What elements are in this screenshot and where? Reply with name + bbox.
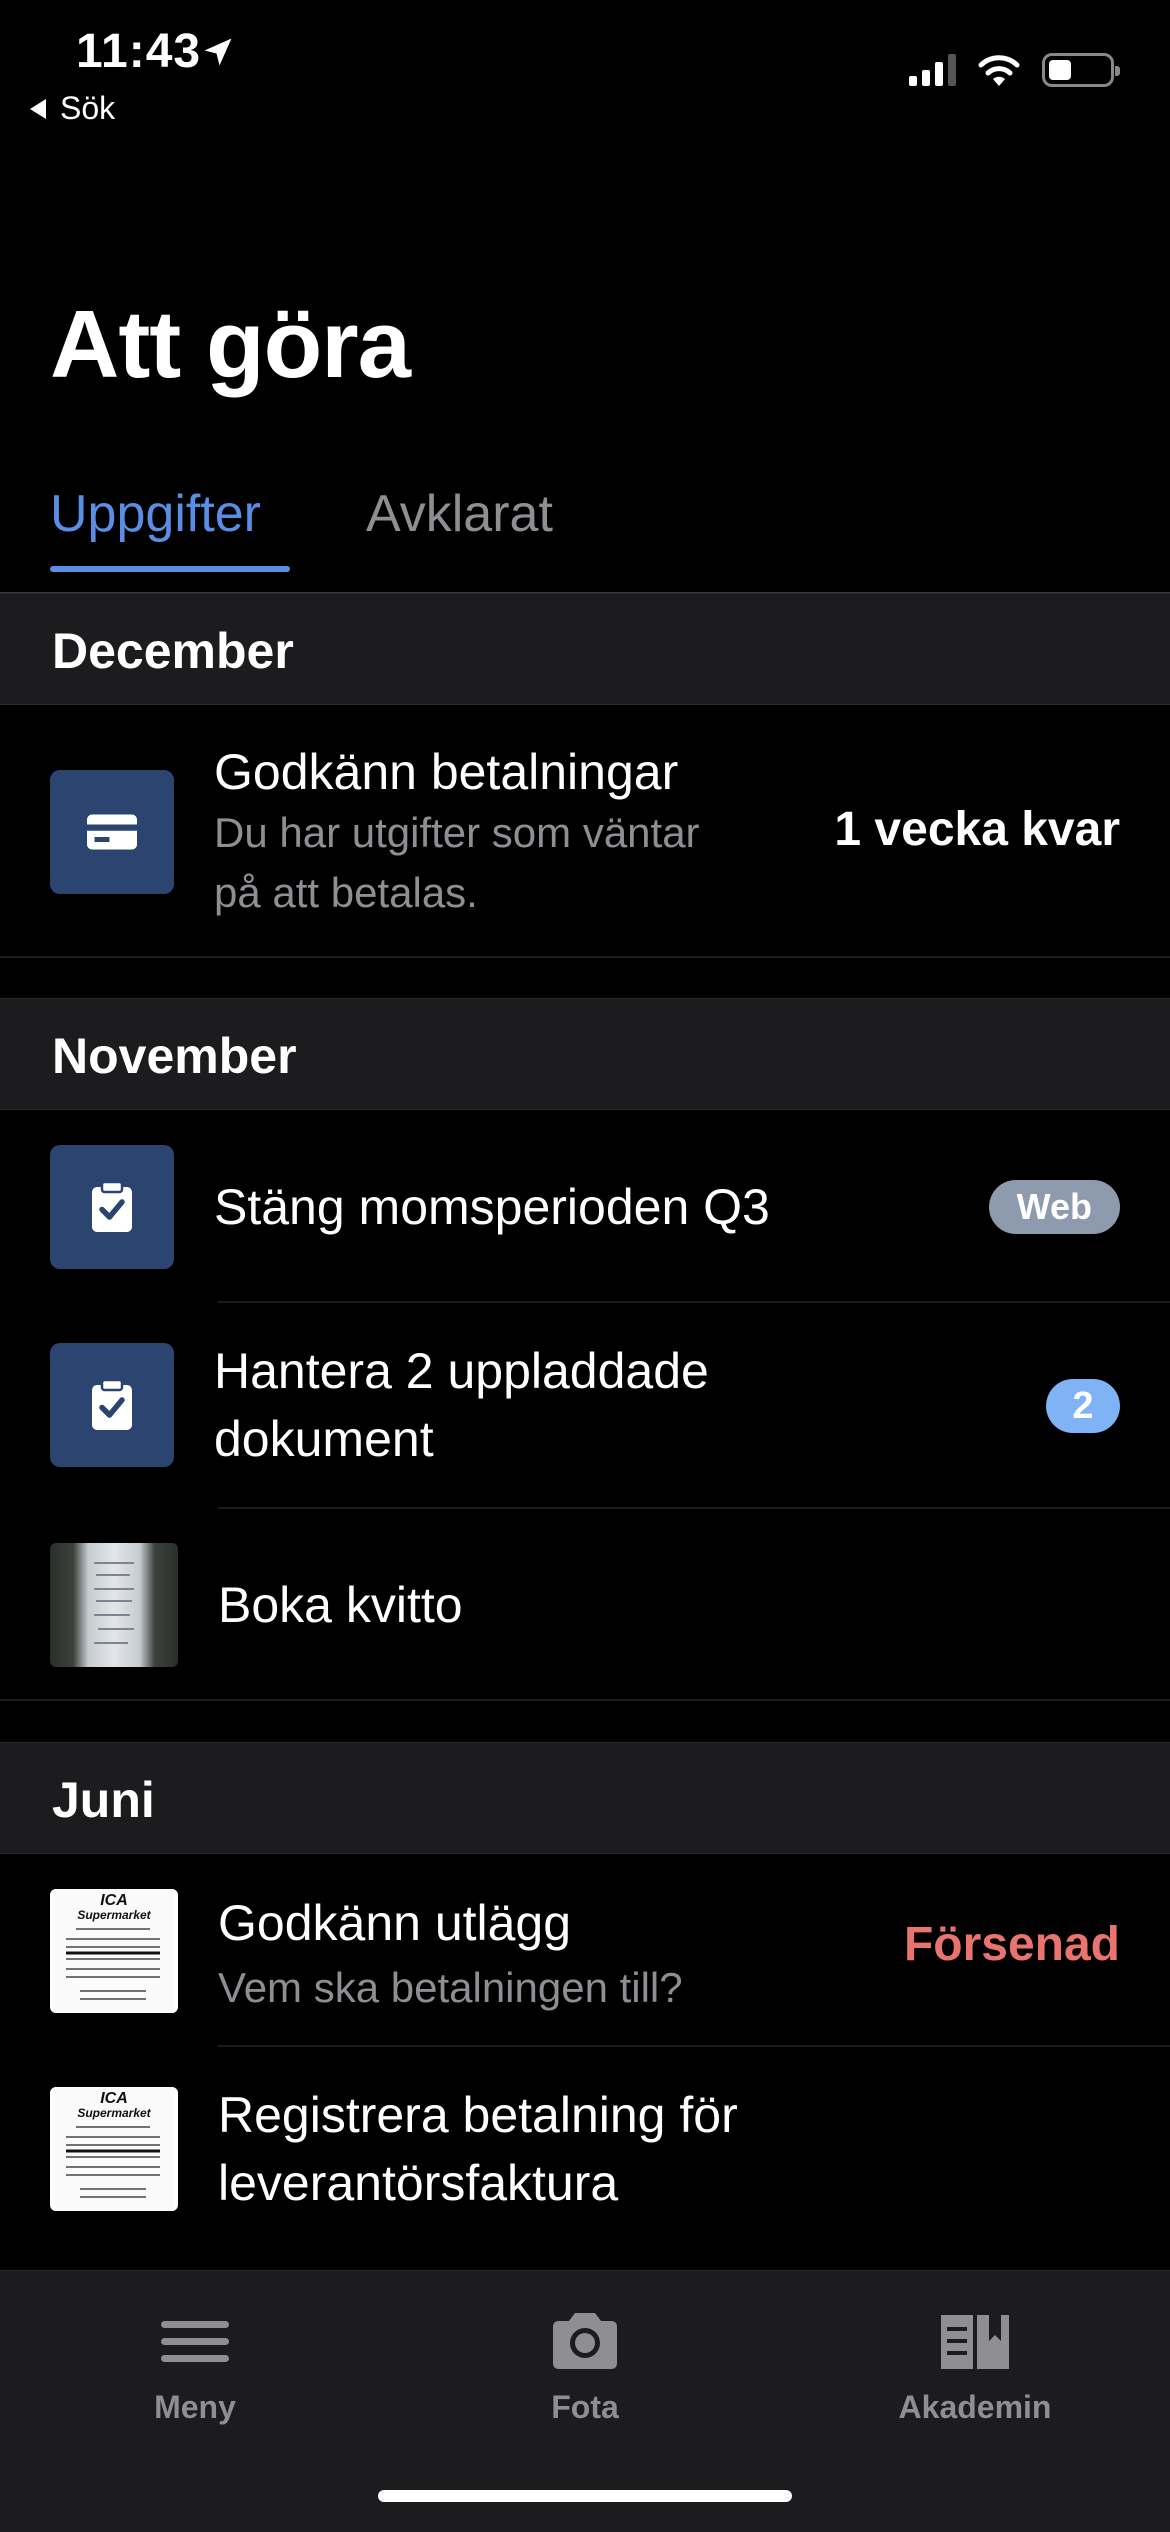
section-header-juni: Juni <box>0 1742 1170 1854</box>
task-title: Stäng momsperioden Q3 <box>214 1179 770 1235</box>
task-subtitle: Vem ska betalningen till? <box>218 1964 683 2011</box>
book-icon <box>941 2315 1009 2369</box>
svg-text:Supermarket: Supermarket <box>77 2106 151 2120</box>
tabbar-label: Akademin <box>898 2389 1052 2425</box>
task-icon <box>50 1145 174 1269</box>
tabbar-label: Meny <box>154 2389 236 2425</box>
task-subtitle-line1: Du har utgifter som väntar <box>214 809 700 856</box>
ica-receipt-icon: ICA Supermarket <box>54 1889 174 2013</box>
svg-text:Supermarket: Supermarket <box>77 1908 151 1922</box>
overdue-label: Försenad <box>903 1918 1120 1971</box>
count-badge: 2 <box>1046 1379 1120 1433</box>
task-row-book-receipt[interactable]: Boka kvitto <box>0 1509 1170 1701</box>
battery-icon <box>1042 53 1120 87</box>
section-header-december: December <box>0 593 1170 705</box>
task-row-handle-documents[interactable]: Hantera 2 uppladdade dokument 2 <box>0 1303 1170 1509</box>
task-icon <box>50 770 174 894</box>
task-icon <box>50 1343 174 1467</box>
location-arrow-icon <box>204 38 232 66</box>
task-row-approve-payments[interactable]: Godkänn betalningar Du har utgifter som … <box>0 706 1170 958</box>
section-header-november: November <box>0 998 1170 1110</box>
status-indicators <box>909 52 1120 88</box>
task-row-close-vat-period[interactable]: Stäng momsperioden Q3 Web <box>0 1111 1170 1303</box>
cellular-signal-icon <box>909 54 956 86</box>
receipt-photo-icon <box>94 1562 134 1644</box>
tab-avklarat[interactable]: Avklarat <box>366 484 553 544</box>
task-title-line1: Registrera betalning för <box>218 2087 738 2143</box>
ica-receipt-icon: ICA Supermarket <box>54 2087 174 2211</box>
tab-uppgifter[interactable]: Uppgifter <box>50 484 261 544</box>
task-subtitle-line2: på att betalas. <box>214 869 478 916</box>
page-title: Att göra <box>50 291 411 398</box>
task-title-line2: dokument <box>214 1411 434 1467</box>
task-row-register-payment[interactable]: ICA Supermarket Registrera betalning för… <box>0 2047 1170 2253</box>
wifi-icon <box>978 55 1020 86</box>
task-title-line1: Hantera 2 uppladdade <box>214 1343 709 1399</box>
clipboard-check-icon <box>92 1378 132 1430</box>
svg-text:ICA: ICA <box>100 1892 128 1909</box>
section-title: December <box>52 623 294 679</box>
web-badge: Web <box>988 1180 1120 1234</box>
svg-text:ICA: ICA <box>100 2090 128 2107</box>
back-label: Sök <box>60 90 116 126</box>
tabbar-label: Fota <box>551 2389 619 2425</box>
task-title-line2: leverantörsfaktura <box>218 2155 619 2211</box>
segment-tabs: Uppgifter Avklarat <box>0 470 1170 594</box>
menu-icon <box>161 2321 229 2362</box>
home-indicator <box>378 2490 792 2502</box>
back-to-search-link[interactable]: Sök <box>30 90 115 127</box>
receipt-thumbnail: ICA Supermarket <box>50 2087 178 2211</box>
task-row-approve-expense[interactable]: ICA Supermarket Godkänn utlägg Vem ska b… <box>0 1855 1170 2047</box>
task-title: Godkänn utlägg <box>218 1895 572 1951</box>
active-tab-indicator <box>50 566 290 572</box>
clipboard-check-icon <box>92 1180 132 1232</box>
task-due-label: 1 vecka kvar <box>834 803 1120 856</box>
task-title: Godkänn betalningar <box>214 744 679 800</box>
receipt-thumbnail: ICA Supermarket <box>50 1889 178 2013</box>
section-title: Juni <box>52 1772 155 1828</box>
section-title: November <box>52 1028 297 1084</box>
receipt-thumbnail <box>50 1543 178 1667</box>
card-icon <box>87 814 137 850</box>
status-bar: 11:43 Sök <box>0 0 1170 140</box>
back-triangle-icon <box>30 98 46 119</box>
status-time: 11:43 <box>76 25 202 78</box>
camera-icon <box>553 2313 617 2369</box>
task-title: Boka kvitto <box>218 1577 463 1633</box>
